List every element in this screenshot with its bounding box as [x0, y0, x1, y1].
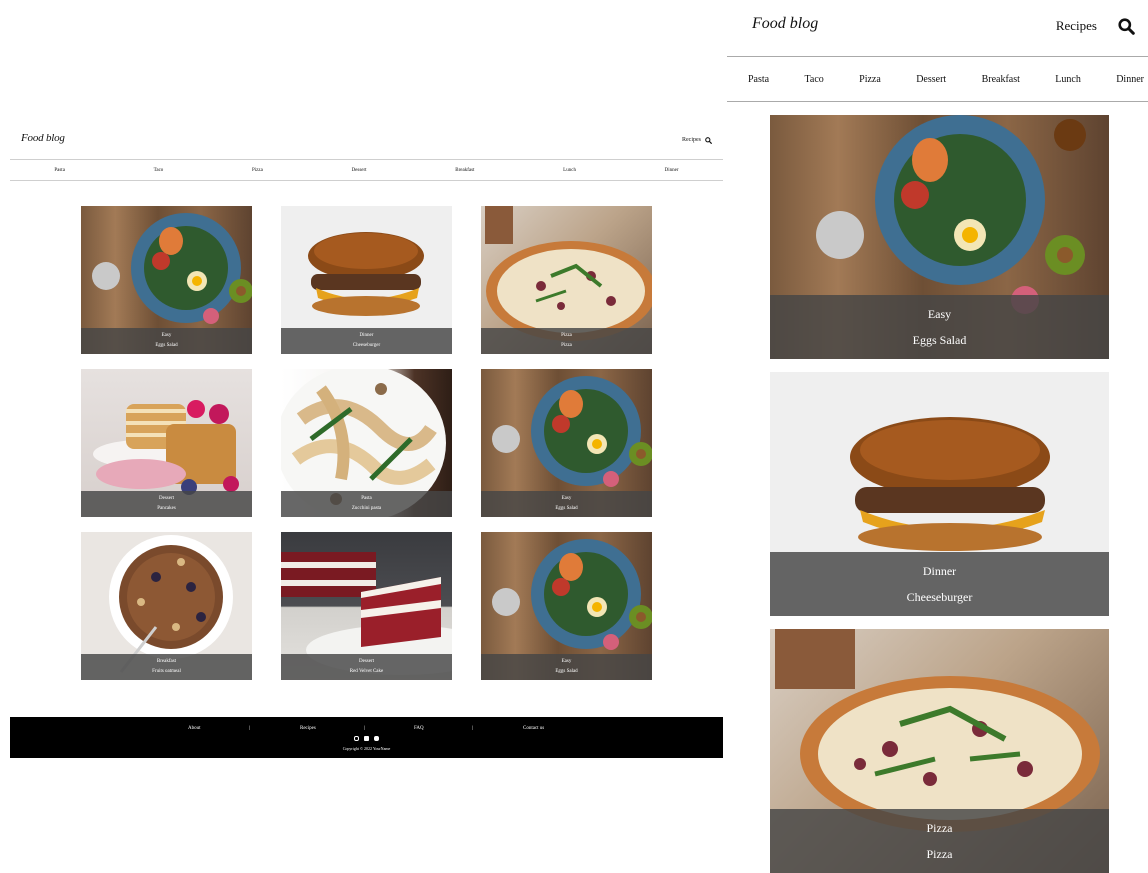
recipe-category: Pizza [561, 333, 572, 338]
recipe-name: Zucchini pasta [351, 506, 382, 511]
recipe-caption: Pizza Pizza [481, 328, 652, 354]
recipe-category: Dinner [359, 333, 374, 338]
nav-item-taco[interactable]: Taco [804, 74, 823, 85]
footer-link-faq[interactable]: FAQ [414, 726, 424, 731]
recipe-card[interactable]: Easy Eggs Salad [481, 369, 652, 517]
recipe-category: Dinner [922, 564, 957, 578]
site-header: Food blog Recipes [727, 0, 1148, 56]
nav-item-breakfast[interactable]: Breakfast [982, 74, 1020, 85]
nav-item-pasta[interactable]: Pasta [748, 74, 769, 85]
recipe-card[interactable]: Dinner Cheeseburger [770, 372, 1109, 616]
nav-item-lunch[interactable]: Lunch [563, 168, 576, 173]
recipes-link[interactable]: Recipes [682, 137, 701, 143]
desktop-preview: Food blog Recipes Pasta Taco Pizza Desse… [10, 118, 723, 758]
nav-item-taco[interactable]: Taco [154, 168, 164, 173]
recipe-name: Pancakes [157, 506, 176, 511]
recipe-name: Eggs Salad [912, 333, 967, 347]
recipe-name: Pizza [926, 847, 953, 861]
nav-item-dinner[interactable]: Dinner [665, 168, 679, 173]
mobile-preview: Food blog Recipes Pasta Taco Pizza Desse… [727, 0, 1148, 873]
site-footer: About | Recipes | FAQ | Contact us Copyr… [10, 717, 723, 758]
recipe-category: Dessert [359, 659, 374, 664]
nav-item-dinner[interactable]: Dinner [1116, 74, 1144, 85]
recipe-caption: Easy Eggs Salad [481, 491, 652, 517]
nav-item-dessert[interactable]: Dessert [352, 168, 367, 173]
recipe-name: Fruits oatmeal [152, 669, 181, 674]
footer-separator: | [249, 726, 251, 731]
recipe-category: Pizza [926, 821, 953, 835]
recipe-category: Easy [561, 496, 572, 501]
footer-link-about[interactable]: About [188, 726, 201, 731]
nav-item-pasta[interactable]: Pasta [54, 168, 65, 173]
search-icon[interactable] [705, 137, 712, 144]
footer-social [10, 736, 723, 741]
recipe-category: Easy [161, 333, 172, 338]
recipe-name: Cheeseburger [906, 590, 973, 604]
nav-item-dessert[interactable]: Dessert [916, 74, 946, 85]
recipe-caption: Easy Eggs Salad [481, 654, 652, 680]
recipe-caption: Dessert Pancakes [81, 491, 252, 517]
recipe-grid: Easy Eggs Salad Dinner Cheeseburger Pizz… [81, 206, 652, 680]
instagram-icon[interactable] [354, 736, 359, 741]
recipe-category: Breakfast [156, 659, 177, 664]
footer-separator: | [472, 726, 474, 731]
youtube-icon[interactable] [374, 736, 379, 741]
nav-item-lunch[interactable]: Lunch [1055, 74, 1081, 85]
site-logo[interactable]: Food blog [21, 132, 65, 144]
facebook-icon[interactable] [364, 736, 369, 741]
recipe-category: Dessert [159, 496, 174, 501]
recipe-category: Pasta [361, 496, 372, 501]
recipe-caption: Pasta Zucchini pasta [281, 491, 452, 517]
recipe-name: Cheeseburger [352, 343, 381, 348]
recipe-caption: Breakfast Fruits oatmeal [81, 654, 252, 680]
recipe-card[interactable]: Breakfast Fruits oatmeal [81, 532, 252, 680]
recipe-caption: Dinner Cheeseburger [281, 328, 452, 354]
recipes-link[interactable]: Recipes [1056, 18, 1097, 34]
recipe-card[interactable]: Easy Eggs Salad [81, 206, 252, 354]
recipe-list: Easy Eggs Salad Dinner Cheeseburger Pizz… [770, 115, 1109, 873]
category-nav: Pasta Taco Pizza Dessert Breakfast Lunch… [727, 56, 1148, 102]
recipe-category: Easy [927, 307, 952, 321]
nav-item-pizza[interactable]: Pizza [252, 168, 263, 173]
recipe-card[interactable]: Dinner Cheeseburger [281, 206, 452, 354]
recipe-caption: Dessert Red Velvet Cake [281, 654, 452, 680]
nav-item-pizza[interactable]: Pizza [859, 74, 881, 85]
category-nav: Pasta Taco Pizza Dessert Breakfast Lunch… [10, 159, 723, 181]
site-logo[interactable]: Food blog [752, 15, 818, 33]
recipe-card[interactable]: Pasta Zucchini pasta [281, 369, 452, 517]
footer-separator: | [364, 726, 366, 731]
recipe-caption: Easy Eggs Salad [81, 328, 252, 354]
recipe-card[interactable]: Pizza Pizza [770, 629, 1109, 873]
recipe-category: Easy [561, 659, 572, 664]
recipe-name: Eggs Salad [555, 669, 578, 674]
copyright-text: Copyright © 2022 YourName [342, 746, 391, 751]
footer-link-contact[interactable]: Contact us [523, 726, 544, 731]
search-icon[interactable] [1118, 18, 1135, 35]
recipe-card[interactable]: Easy Eggs Salad [770, 115, 1109, 359]
recipe-card[interactable]: Dessert Red Velvet Cake [281, 532, 452, 680]
footer-links: About | Recipes | FAQ | Contact us [10, 726, 723, 734]
recipe-name: Red Velvet Cake [349, 669, 384, 674]
site-header: Food blog Recipes [10, 118, 723, 159]
recipe-name: Eggs Salad [155, 343, 178, 348]
recipe-card[interactable]: Easy Eggs Salad [481, 532, 652, 680]
recipe-caption: Pizza Pizza [770, 809, 1109, 873]
footer-link-recipes[interactable]: Recipes [300, 726, 316, 731]
recipe-name: Pizza [561, 343, 572, 348]
recipe-caption: Dinner Cheeseburger [770, 552, 1109, 616]
nav-item-breakfast[interactable]: Breakfast [455, 168, 474, 173]
recipe-card[interactable]: Pizza Pizza [481, 206, 652, 354]
recipe-name: Eggs Salad [555, 506, 578, 511]
recipe-card[interactable]: Dessert Pancakes [81, 369, 252, 517]
recipe-caption: Easy Eggs Salad [770, 295, 1109, 359]
